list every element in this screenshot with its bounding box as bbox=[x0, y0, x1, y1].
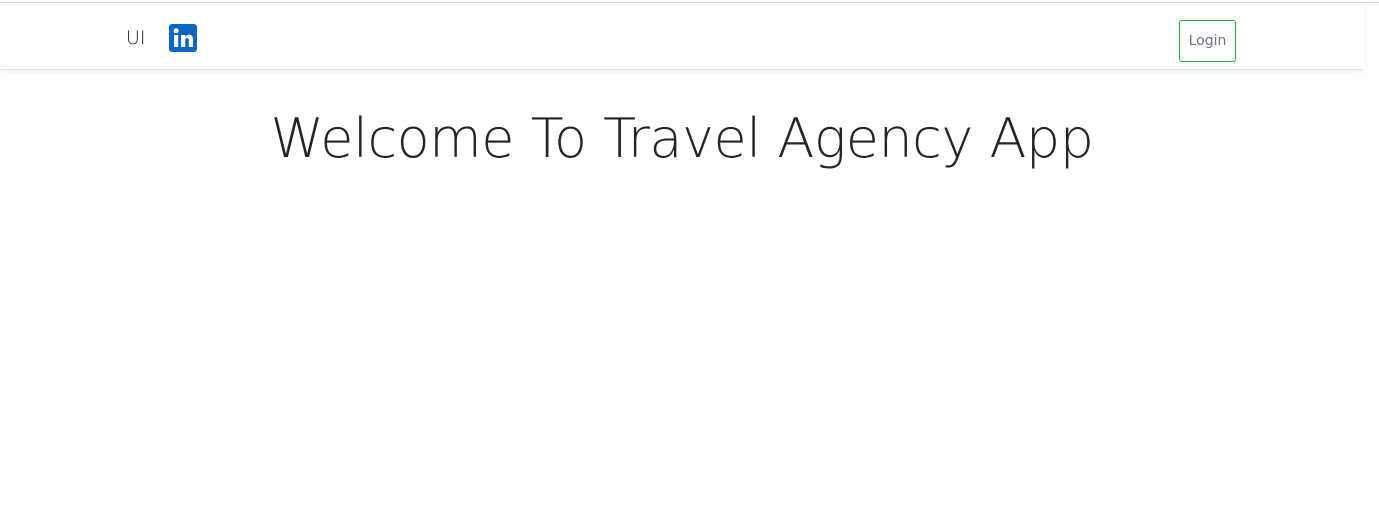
linkedin-icon[interactable] bbox=[169, 24, 197, 52]
linkedin-icon-graphic bbox=[169, 24, 197, 52]
login-button[interactable]: Login bbox=[1179, 20, 1236, 62]
navbar: UI Login bbox=[0, 3, 1364, 70]
page: UI Login Welcome To Travel Agency App bbox=[0, 0, 1379, 520]
page-title: Welcome To Travel Agency App bbox=[270, 107, 1094, 170]
brand-link[interactable]: UI bbox=[126, 27, 146, 49]
